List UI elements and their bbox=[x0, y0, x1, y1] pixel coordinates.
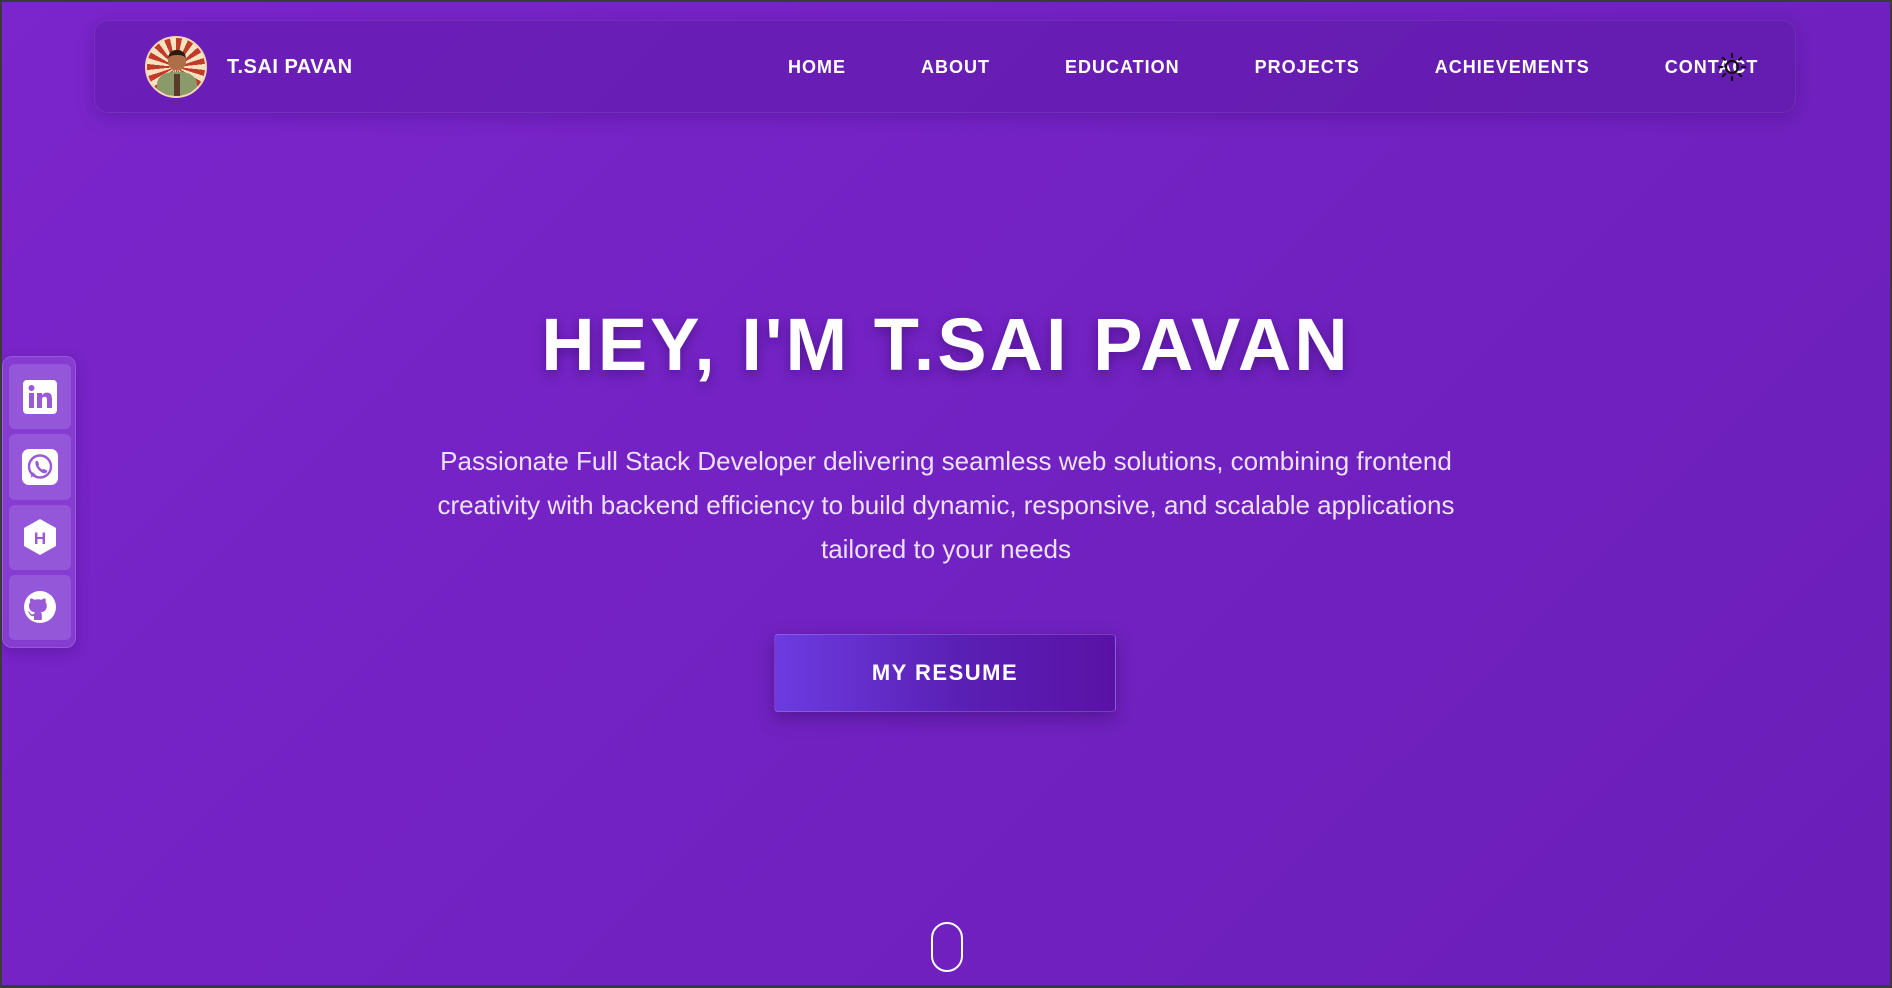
navbar: T.SAI PAVAN HOME ABOUT EDUCATION PROJECT… bbox=[94, 20, 1796, 113]
nav-link-about[interactable]: ABOUT bbox=[921, 57, 990, 78]
svg-text:H: H bbox=[34, 529, 46, 548]
brand-name: T.SAI PAVAN bbox=[227, 55, 353, 78]
theme-toggle-button[interactable] bbox=[1715, 50, 1749, 84]
nav-link-home[interactable]: HOME bbox=[788, 57, 846, 78]
hero-title: HEY, I'M T.SAI PAVAN bbox=[541, 303, 1351, 386]
nav-links: HOME ABOUT EDUCATION PROJECTS ACHIEVEMEN… bbox=[697, 21, 1758, 114]
hero-description: Passionate Full Stack Developer deliveri… bbox=[437, 446, 1455, 564]
resume-button[interactable]: MY RESUME bbox=[774, 634, 1116, 712]
sun-icon bbox=[1717, 52, 1747, 82]
social-link-hashnode[interactable]: H bbox=[9, 504, 71, 570]
social-link-whatsapp[interactable] bbox=[9, 434, 71, 500]
scroll-down-indicator[interactable] bbox=[931, 922, 963, 972]
avatar bbox=[145, 36, 207, 98]
github-icon bbox=[24, 591, 56, 624]
nav-link-education[interactable]: EDUCATION bbox=[1065, 57, 1180, 78]
nav-link-projects[interactable]: PROJECTS bbox=[1255, 57, 1360, 78]
social-sidebar: H bbox=[2, 356, 76, 648]
page-viewport: T.SAI PAVAN HOME ABOUT EDUCATION PROJECT… bbox=[2, 2, 1890, 985]
hashnode-icon: H bbox=[24, 519, 56, 556]
nav-link-achievements[interactable]: ACHIEVEMENTS bbox=[1435, 57, 1590, 78]
social-link-github[interactable] bbox=[9, 574, 71, 640]
whatsapp-icon bbox=[22, 448, 58, 485]
brand-link[interactable]: T.SAI PAVAN bbox=[145, 36, 353, 98]
